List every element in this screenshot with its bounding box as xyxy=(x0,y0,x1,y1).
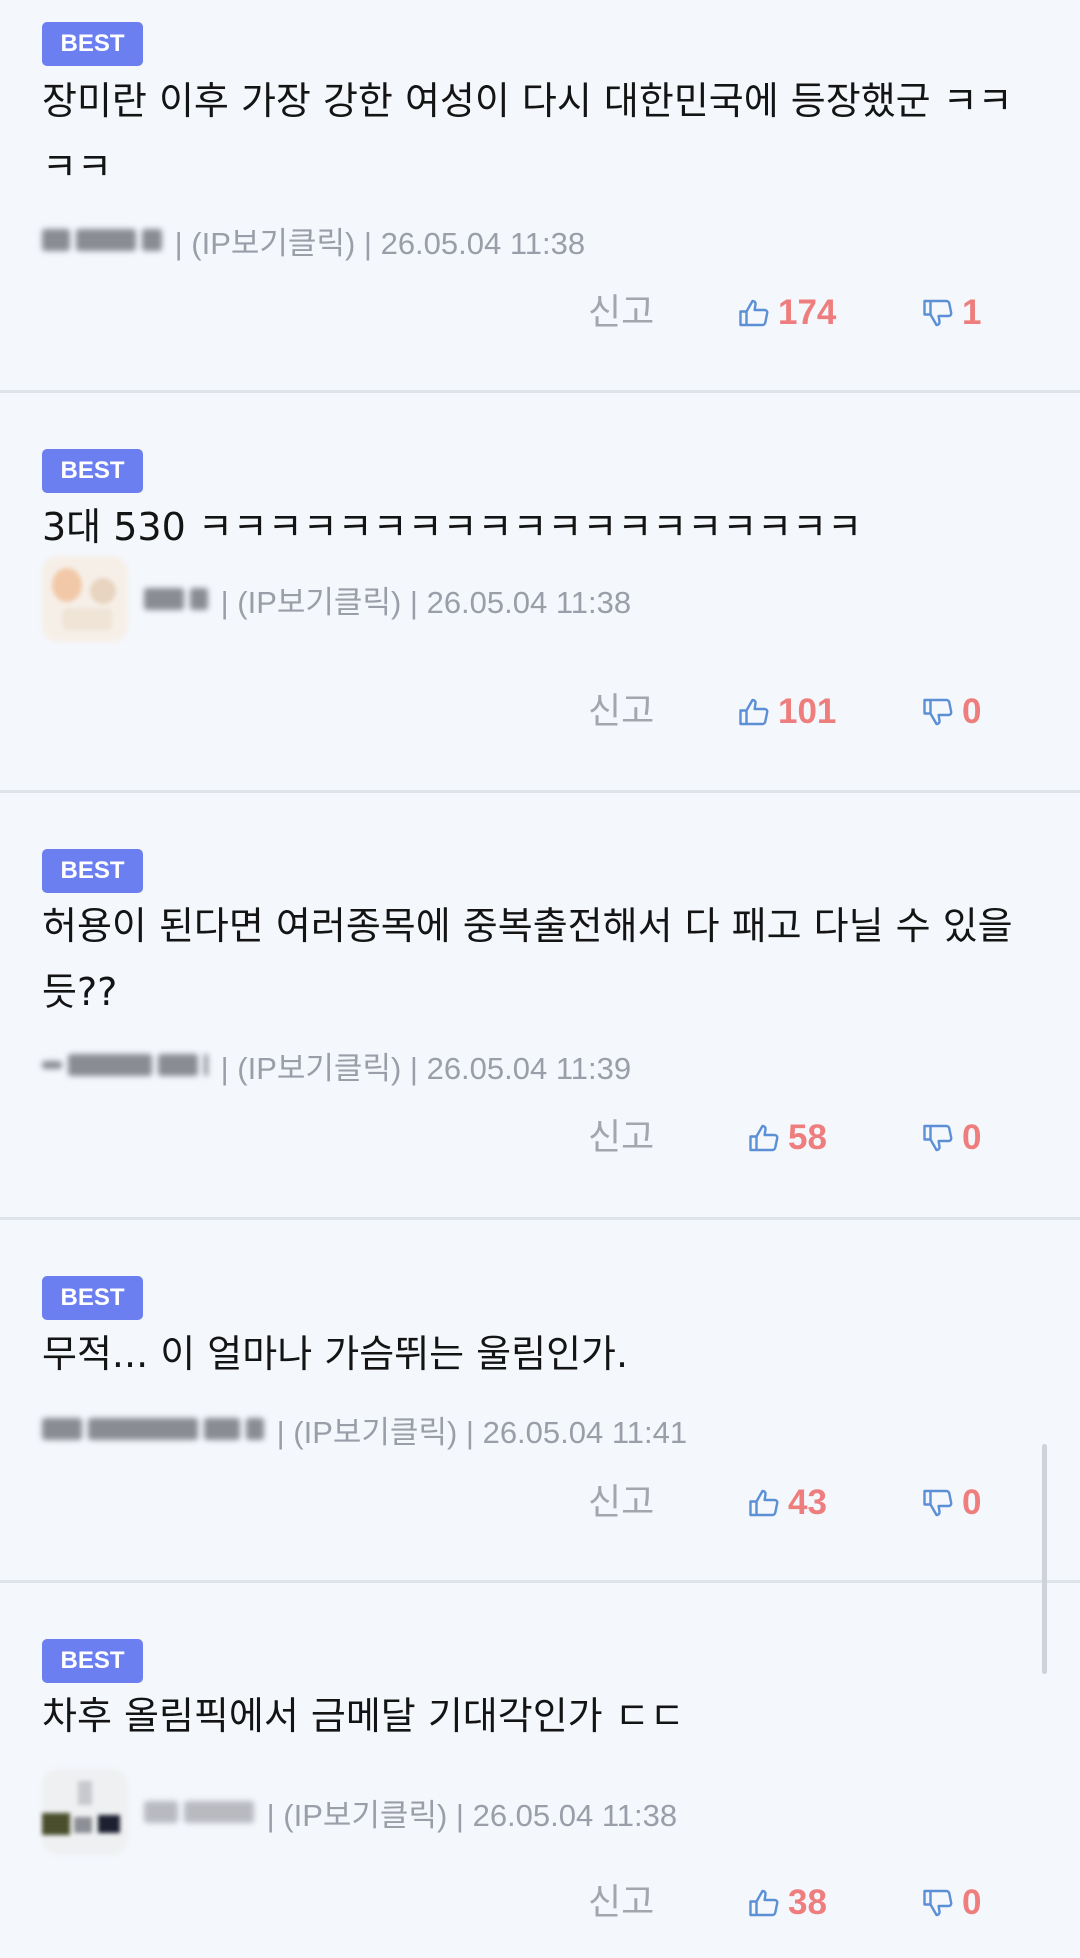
dislike-button[interactable]: 0 xyxy=(920,1878,981,1928)
best-badge: BEST xyxy=(42,1639,143,1683)
report-button[interactable]: 신고 xyxy=(588,1113,654,1163)
comment-item: BEST 3대 530 ㅋㅋㅋㅋㅋㅋㅋㅋㅋㅋㅋㅋㅋㅋㅋㅋㅋㅋㅋ | (IP보기클… xyxy=(0,393,1080,790)
dislike-count: 0 xyxy=(962,1118,982,1157)
comment-item: BEST 장미란 이후 가장 강한 여성이 다시 대한민국에 등장했군 ㅋㅋㅋㅋ… xyxy=(0,0,1080,390)
meta-text: | (IP보기클릭) | 26.05.04 11:38 xyxy=(258,1797,678,1833)
thumbs-up-icon xyxy=(739,299,769,327)
comment-text: 3대 530 ㅋㅋㅋㅋㅋㅋㅋㅋㅋㅋㅋㅋㅋㅋㅋㅋㅋㅋㅋ xyxy=(42,505,863,549)
comment-text: 장미란 이후 가장 강한 여성이 다시 대한민국에 등장했군 ㅋㅋㅋㅋ xyxy=(42,79,1013,189)
meta-text: | (IP보기클릭) | 26.05.04 11:38 xyxy=(212,584,632,620)
comment-meta: | (IP보기클릭) | 26.05.04 11:38 xyxy=(42,556,631,642)
dislike-count: 0 xyxy=(962,1483,982,1522)
meta-text: | (IP보기클릭) | 26.05.04 11:39 xyxy=(212,1050,632,1086)
like-button[interactable]: 174 xyxy=(736,288,836,338)
comment-item: BEST 차후 올림픽에서 금메달 기대각인가 ㄷㄷ | (IP보기클릭) | … xyxy=(0,1583,1080,1958)
like-button[interactable]: 43 xyxy=(746,1478,827,1528)
author-name-redacted xyxy=(42,1418,264,1440)
comment-meta: | (IP보기클릭) | 26.05.04 11:38 xyxy=(42,1769,677,1855)
comment-item: BEST 허용이 된다면 여러종목에 중복출전해서 다 패고 다닐 수 있을듯?… xyxy=(0,793,1080,1217)
comment-meta: | (IP보기클릭) | 26.05.04 11:41 xyxy=(42,1409,688,1450)
report-button[interactable]: 신고 xyxy=(588,687,654,737)
like-button[interactable]: 38 xyxy=(746,1878,827,1928)
best-badge: BEST xyxy=(42,849,143,893)
comment-text: 차후 올림픽에서 금메달 기대각인가 ㄷㄷ xyxy=(42,1694,685,1738)
best-badge: BEST xyxy=(42,1276,143,1320)
comment-actions: 신고 43 0 xyxy=(0,1478,1080,1528)
author-name-redacted xyxy=(42,229,162,251)
like-count: 174 xyxy=(778,293,837,332)
comment-actions: 신고 58 0 xyxy=(0,1113,1080,1163)
like-count: 58 xyxy=(788,1118,827,1157)
comment-text: 무적... 이 얼마나 가슴뛰는 울림인가. xyxy=(42,1332,629,1376)
thumbs-down-icon xyxy=(923,1889,953,1917)
author-name-redacted xyxy=(144,1801,254,1823)
dislike-button[interactable]: 0 xyxy=(920,1478,981,1528)
comment-item: BEST 무적... 이 얼마나 가슴뛰는 울림인가. | (IP보기클릭) |… xyxy=(0,1220,1080,1580)
dislike-count: 1 xyxy=(962,293,982,332)
avatar xyxy=(42,1769,128,1855)
dislike-button[interactable]: 1 xyxy=(920,288,981,338)
comment-meta: | (IP보기클릭) | 26.05.04 11:38 xyxy=(42,220,586,261)
thumbs-up-icon xyxy=(739,698,769,726)
meta-text: | (IP보기클릭) | 26.05.04 11:41 xyxy=(268,1414,688,1450)
thumbs-up-icon xyxy=(749,1489,779,1517)
report-button[interactable]: 신고 xyxy=(588,288,654,338)
thumbs-down-icon xyxy=(923,698,953,726)
report-button[interactable]: 신고 xyxy=(588,1878,654,1928)
comment-actions: 신고 174 1 xyxy=(0,288,1080,338)
author-name-redacted xyxy=(42,1054,208,1076)
thumbs-down-icon xyxy=(923,1489,953,1517)
comment-text: 허용이 된다면 여러종목에 중복출전해서 다 패고 다닐 수 있을듯?? xyxy=(42,904,1013,1014)
scrollbar[interactable] xyxy=(1042,1444,1047,1674)
like-count: 38 xyxy=(788,1883,827,1922)
like-button[interactable]: 58 xyxy=(746,1113,827,1163)
thumbs-up-icon xyxy=(749,1124,779,1152)
like-button[interactable]: 101 xyxy=(736,687,836,737)
dislike-count: 0 xyxy=(962,1883,982,1922)
comment-actions: 신고 101 0 xyxy=(0,687,1080,737)
like-count: 43 xyxy=(788,1483,827,1522)
like-count: 101 xyxy=(778,692,837,731)
comment-actions: 신고 38 0 xyxy=(0,1878,1080,1928)
thumbs-up-icon xyxy=(749,1889,779,1917)
meta-text: | (IP보기클릭) | 26.05.04 11:38 xyxy=(166,225,586,261)
thumbs-down-icon xyxy=(923,1124,953,1152)
best-badge: BEST xyxy=(42,449,143,493)
dislike-count: 0 xyxy=(962,692,982,731)
comment-meta: | (IP보기클릭) | 26.05.04 11:39 xyxy=(42,1045,632,1086)
dislike-button[interactable]: 0 xyxy=(920,1113,981,1163)
report-button[interactable]: 신고 xyxy=(588,1478,654,1528)
thumbs-down-icon xyxy=(923,299,953,327)
author-name-redacted xyxy=(144,588,208,610)
dislike-button[interactable]: 0 xyxy=(920,687,981,737)
best-badge: BEST xyxy=(42,22,143,66)
avatar xyxy=(42,556,128,642)
